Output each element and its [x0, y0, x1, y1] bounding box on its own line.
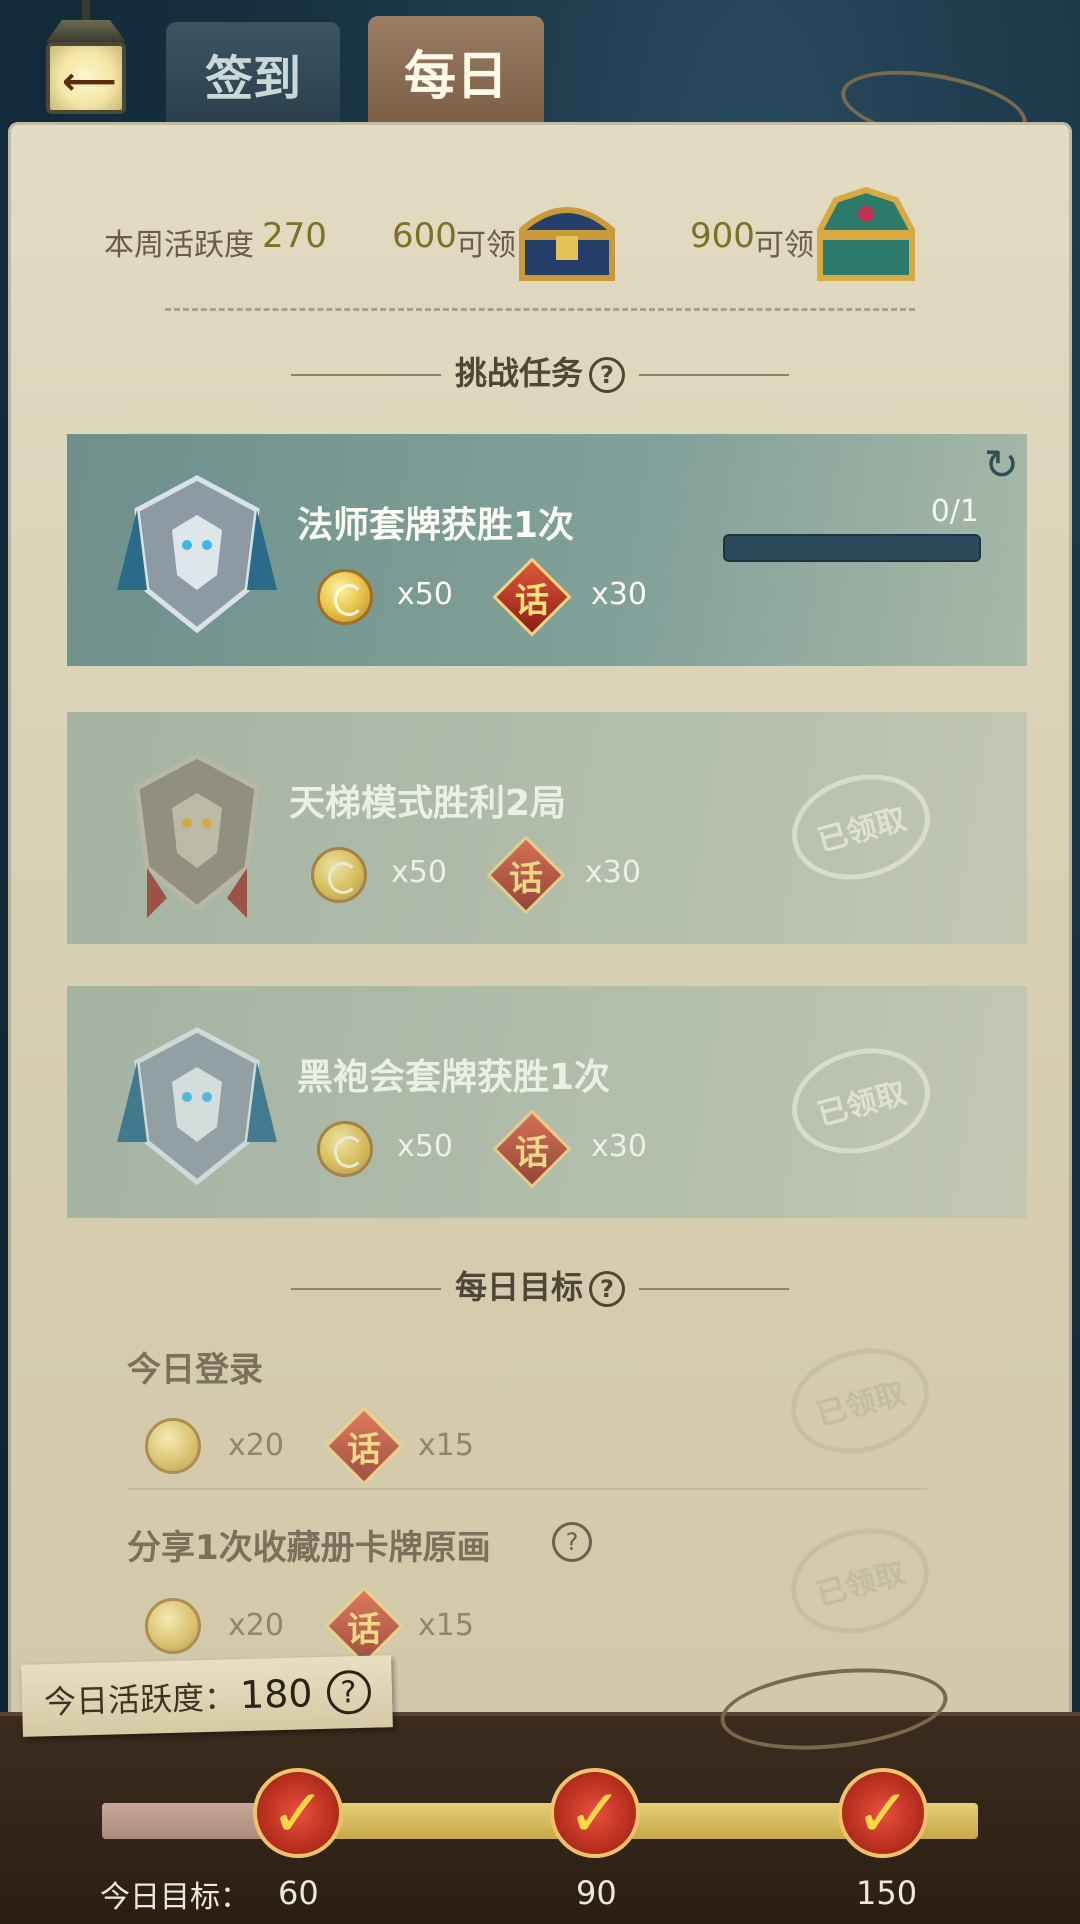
task-title: 天梯模式胜利2局 — [289, 783, 567, 824]
lantern-hook — [82, 0, 90, 22]
tab-daily[interactable]: 每日 — [368, 16, 544, 126]
challenge-task-card[interactable]: 天梯模式胜利2局 x50 话 x30 已领取 — [67, 712, 1027, 944]
goal-title: 今日登录 — [127, 1350, 263, 1390]
claimed-stamp: 已领取 — [780, 1033, 942, 1169]
coin-amount: x50 — [391, 855, 447, 890]
wolf-emblem-icon — [117, 475, 277, 634]
coin-amount: x20 — [228, 1608, 284, 1643]
milestone-label: 150 — [856, 1874, 918, 1912]
rune-amount: x15 — [418, 1428, 474, 1463]
claimed-stamp: 已领取 — [780, 759, 942, 895]
challenge-task-card[interactable]: 黑袍会套牌获胜1次 x50 话 x30 已领取 — [67, 986, 1027, 1218]
divider — [127, 1488, 927, 1490]
coin-amount: x50 — [397, 577, 453, 612]
blue-chest-icon[interactable] — [512, 190, 622, 286]
back-button[interactable]: ⟵ — [32, 0, 142, 125]
rune-icon: 话 — [492, 557, 572, 637]
milestone-check-icon[interactable]: ✓ — [550, 1768, 640, 1858]
coin-icon — [311, 847, 367, 903]
rune-amount: x15 — [418, 1608, 474, 1643]
ornament-right — [639, 374, 789, 376]
coin-icon — [145, 1418, 201, 1474]
daily-activity-label: 今日活跃度： — [43, 1678, 237, 1722]
task-progress-text: 0/1 — [930, 494, 979, 529]
task-title: 法师套牌获胜1次 — [297, 505, 575, 546]
ornament-left — [290, 374, 441, 376]
help-icon[interactable]: ? — [552, 1522, 592, 1562]
coin-amount: x50 — [397, 1129, 453, 1164]
task-progress-bar — [723, 534, 981, 562]
rune-amount: x30 — [591, 1129, 647, 1164]
daily-target-label: 今日目标： — [100, 1880, 250, 1915]
tab-signin[interactable]: 签到 — [166, 22, 340, 126]
reward1-suffix: 可领 — [456, 228, 516, 263]
refresh-icon[interactable]: ↻ — [984, 440, 1019, 489]
help-icon[interactable]: ? — [589, 1271, 625, 1307]
wolf-emblem-icon — [117, 1027, 277, 1186]
arrow-left-icon: ⟵ — [62, 59, 117, 103]
rune-amount: x30 — [585, 855, 641, 890]
rune-amount: x30 — [591, 577, 647, 612]
coin-icon — [145, 1598, 201, 1654]
coin-icon — [317, 1121, 373, 1177]
ornament-right — [639, 1288, 789, 1290]
daily-activity-value: 180 — [239, 1671, 314, 1718]
rune-icon: 话 — [486, 835, 566, 915]
weekly-activity-label: 本周活跃度 — [104, 228, 254, 263]
reward2-suffix: 可领 — [754, 228, 814, 263]
reward1-threshold: 600 — [392, 216, 457, 256]
challenge-section-header: 挑战任务? — [0, 348, 1080, 394]
daily-section-header: 每日目标? — [0, 1262, 1080, 1308]
milestone-check-icon[interactable]: ✓ — [253, 1768, 343, 1858]
lantern-cap — [46, 20, 126, 42]
milestone-label: 90 — [576, 1874, 617, 1912]
coin-icon — [317, 569, 373, 625]
help-icon[interactable]: ? — [325, 1669, 372, 1715]
milestone-label: 60 — [278, 1874, 319, 1912]
challenge-section-title: 挑战任务 — [454, 354, 583, 392]
help-icon[interactable]: ? — [589, 357, 625, 393]
reward2-threshold: 900 — [690, 216, 755, 256]
divider — [165, 308, 915, 311]
milestone-check-icon[interactable]: ✓ — [838, 1768, 928, 1858]
gold-chest-icon[interactable] — [812, 186, 920, 286]
weekly-activity-value: 270 — [262, 216, 327, 256]
track-start-segment — [102, 1803, 262, 1839]
rune-icon: 话 — [492, 1109, 572, 1189]
goal-title: 分享1次收藏册卡牌原画 — [127, 1528, 491, 1568]
task-title: 黑袍会套牌获胜1次 — [297, 1057, 611, 1098]
coin-amount: x20 — [228, 1428, 284, 1463]
daily-section-title: 每日目标 — [454, 1268, 583, 1306]
boar-emblem-icon — [134, 753, 260, 918]
daily-activity-tag: 今日活跃度： 180 ? — [21, 1655, 393, 1737]
challenge-task-card[interactable]: 法师套牌获胜1次 ↻ 0/1 x50 话 x30 — [67, 434, 1027, 666]
ornament-left — [290, 1288, 441, 1290]
